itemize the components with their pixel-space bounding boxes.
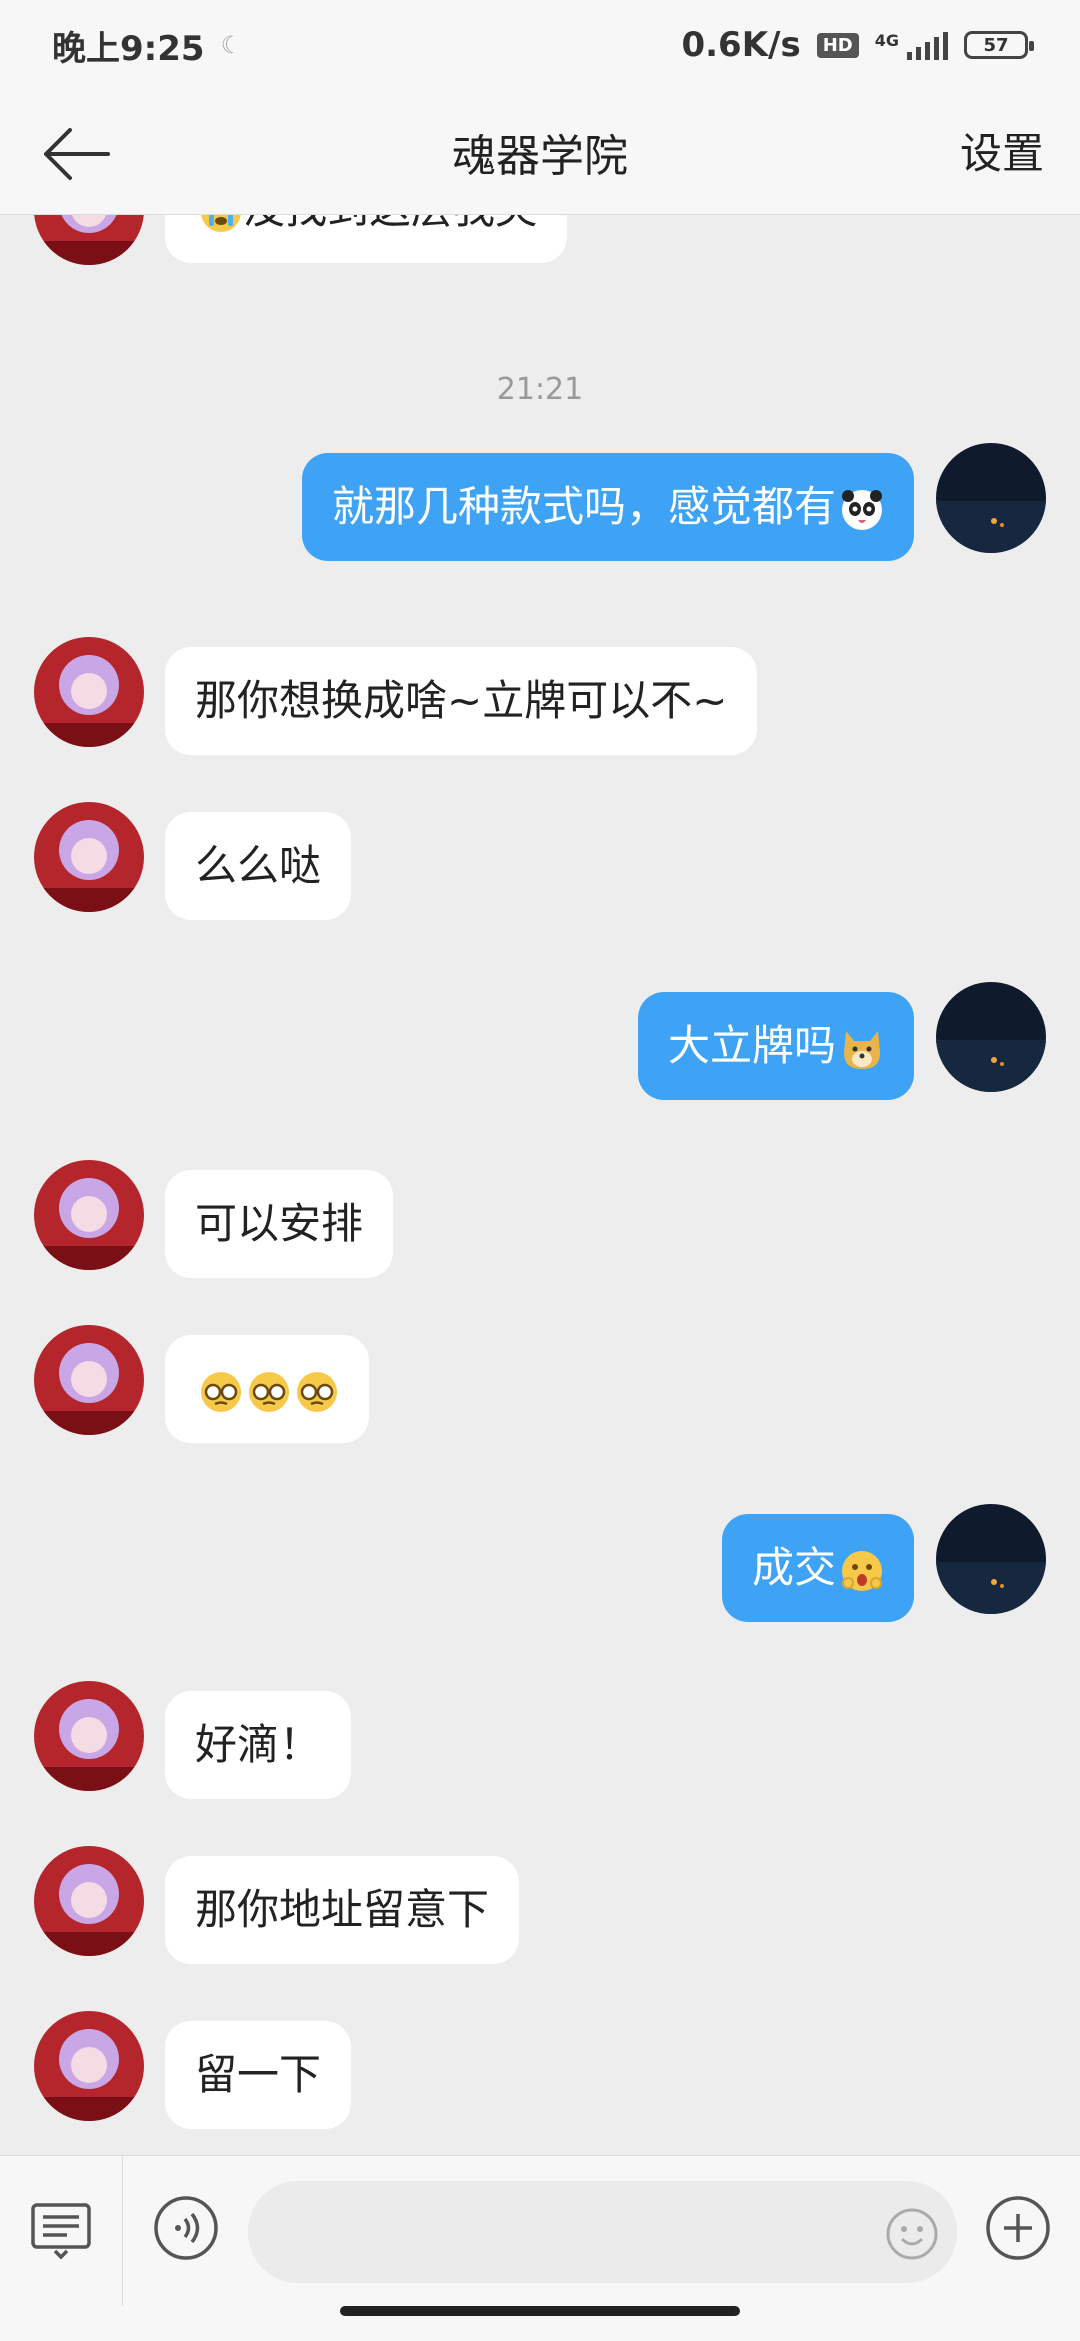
surprised-face-icon bbox=[842, 1550, 882, 1591]
anime-girl-avatar-icon bbox=[34, 2011, 144, 2121]
voice-button[interactable] bbox=[152, 2194, 220, 2266]
voice-icon bbox=[154, 2196, 218, 2260]
contact-avatar[interactable] bbox=[34, 1325, 144, 1435]
plus-button[interactable] bbox=[984, 2194, 1052, 2266]
glasses-face-icon bbox=[249, 1371, 289, 1412]
page-title: 魂器学院 bbox=[452, 131, 628, 182]
status-bar: 晚上9:25 ☾ 0.6K/s HD 4G 57 bbox=[0, 0, 1080, 90]
incoming-message[interactable]: 留一下 bbox=[165, 2021, 352, 2129]
message-text: 没找到这层我哭 bbox=[243, 215, 537, 233]
arrow-left-icon bbox=[44, 128, 110, 180]
night-scene-avatar-icon bbox=[936, 1504, 1046, 1614]
crying-face-icon bbox=[201, 215, 241, 232]
timestamp: 21:21 bbox=[496, 372, 584, 407]
glasses-face-icon bbox=[201, 1371, 241, 1412]
message-text: 那你地址留意下 bbox=[195, 1885, 490, 1934]
my-avatar[interactable] bbox=[936, 443, 1046, 553]
contact-avatar[interactable] bbox=[34, 1160, 144, 1270]
anime-girl-avatar-icon bbox=[34, 1160, 144, 1270]
incoming-message[interactable]: 可以安排 bbox=[165, 1170, 394, 1278]
night-scene-avatar-icon bbox=[936, 443, 1046, 553]
doge-face-icon bbox=[844, 1030, 880, 1069]
message-input[interactable] bbox=[248, 2181, 957, 2283]
home-indicator[interactable] bbox=[340, 2306, 740, 2316]
chat-header: 魂器学院 设置 bbox=[0, 90, 1080, 215]
menu-toggle-button[interactable] bbox=[0, 2156, 123, 2306]
anime-girl-avatar-icon bbox=[34, 637, 144, 747]
settings-button[interactable]: 设置 bbox=[960, 120, 1044, 181]
glasses-face-icon bbox=[297, 1371, 337, 1412]
signal-icon bbox=[907, 30, 948, 60]
message-text: 大立牌吗 bbox=[667, 1021, 836, 1070]
panda-face-icon bbox=[842, 489, 882, 530]
incoming-message[interactable]: 好滴！ bbox=[165, 1691, 352, 1799]
outgoing-message[interactable]: 成交 bbox=[721, 1514, 914, 1622]
message-text: 可以安排 bbox=[195, 1199, 364, 1248]
message-text: 么么哒 bbox=[195, 841, 322, 890]
smile-icon bbox=[886, 2208, 938, 2260]
message-list[interactable]: 没找到这层我哭 21:21 就那几种款式吗，感觉都有 那你想换成啥~立牌可以不~ bbox=[0, 215, 1080, 2155]
back-button[interactable] bbox=[36, 114, 116, 194]
incoming-message[interactable]: 那你想换成啥~立牌可以不~ bbox=[165, 647, 758, 755]
night-scene-avatar-icon bbox=[936, 982, 1046, 1092]
battery-icon: 57 bbox=[964, 31, 1034, 59]
contact-avatar[interactable] bbox=[34, 215, 144, 265]
hd-icon: HD bbox=[816, 32, 859, 58]
network-type: 4G bbox=[874, 31, 899, 50]
message-text: 成交 bbox=[751, 1543, 836, 1592]
status-time: 晚上9:25 bbox=[52, 28, 205, 69]
emoji-button[interactable] bbox=[884, 2206, 940, 2266]
message-text: 就那几种款式吗，感觉都有 bbox=[331, 482, 836, 531]
contact-avatar[interactable] bbox=[34, 802, 144, 912]
incoming-message[interactable]: 那你地址留意下 bbox=[165, 1856, 520, 1964]
anime-girl-avatar-icon bbox=[34, 1846, 144, 1956]
contact-avatar[interactable] bbox=[34, 637, 144, 747]
incoming-message[interactable]: 没找到这层我哭 bbox=[165, 215, 568, 263]
plus-icon bbox=[986, 2196, 1050, 2260]
my-avatar[interactable] bbox=[936, 982, 1046, 1092]
outgoing-message[interactable]: 大立牌吗 bbox=[637, 992, 914, 1100]
incoming-message[interactable]: 么么哒 bbox=[165, 812, 352, 920]
incoming-message[interactable] bbox=[165, 1335, 369, 1443]
keyboard-toggle-icon bbox=[31, 2203, 91, 2260]
anime-girl-avatar-icon bbox=[34, 802, 144, 912]
outgoing-message[interactable]: 就那几种款式吗，感觉都有 bbox=[301, 453, 914, 561]
message-text: 留一下 bbox=[195, 2050, 322, 2099]
my-avatar[interactable] bbox=[936, 1504, 1046, 1614]
contact-avatar[interactable] bbox=[34, 1681, 144, 1791]
network-speed: 0.6K/s bbox=[681, 25, 801, 65]
message-text: 那你想换成啥~立牌可以不~ bbox=[195, 676, 728, 725]
anime-girl-avatar-icon bbox=[34, 215, 144, 265]
message-text: 好滴！ bbox=[195, 1720, 322, 1769]
anime-girl-avatar-icon bbox=[34, 1681, 144, 1791]
moon-icon: ☾ bbox=[220, 31, 243, 59]
anime-girl-avatar-icon bbox=[34, 1325, 144, 1435]
contact-avatar[interactable] bbox=[34, 2011, 144, 2121]
contact-avatar[interactable] bbox=[34, 1846, 144, 1956]
